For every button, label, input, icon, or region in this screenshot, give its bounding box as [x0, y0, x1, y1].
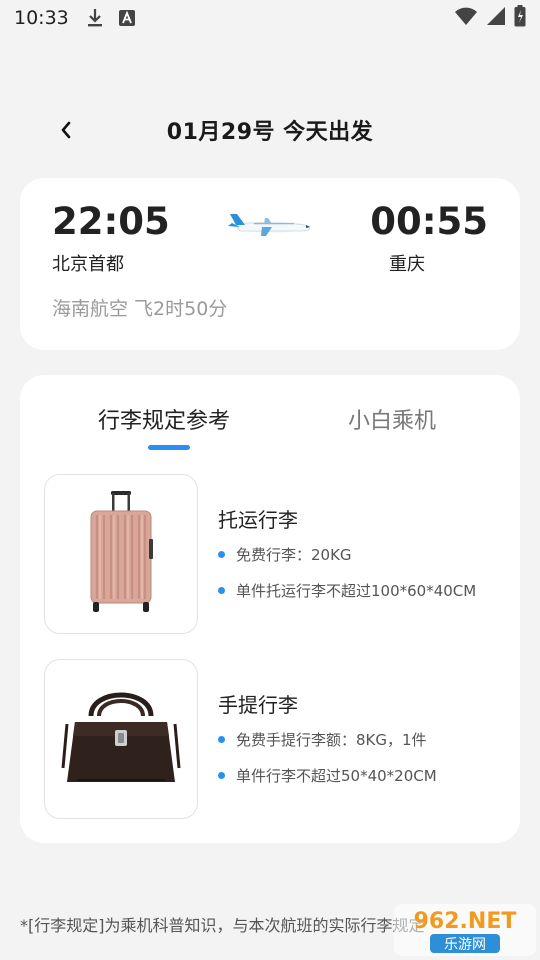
tab-baggage-rules[interactable]: 行李规定参考 — [98, 403, 230, 435]
list-item: 托运行李 免费行李：20KG 单件托运行李不超过100*60*40CM — [20, 474, 520, 634]
status-time: 10:33 — [14, 7, 69, 29]
watermark-bottom: 乐游网 — [444, 937, 486, 953]
item-title: 托运行李 — [218, 508, 298, 532]
bullet-dot-icon — [218, 587, 225, 594]
flight-meta: 海南航空 飞2时50分 — [52, 298, 228, 320]
bullet-item: 免费手提行李额：8KG，1件 — [218, 729, 427, 750]
bullet-dot-icon — [218, 736, 225, 743]
header: 01月29号 今天出发 — [0, 100, 540, 162]
bullet-text: 免费手提行李额：8KG，1件 — [236, 731, 427, 749]
list-item: 手提行李 免费手提行李额：8KG，1件 单件行李不超过50*40*20CM — [20, 659, 520, 819]
departure-time: 22:05 — [52, 200, 170, 243]
flight-card: 22:05 北京首都 00:55 重庆 海南航空 飞2时50分 — [20, 178, 520, 350]
signal-icon — [486, 6, 506, 31]
battery-icon — [514, 4, 526, 32]
arrival-time: 00:55 — [370, 200, 488, 243]
airplane-icon — [226, 210, 314, 240]
tab-beginner-guide[interactable]: 小白乘机 — [348, 403, 436, 435]
a-icon — [117, 8, 137, 28]
suitcase-image — [44, 474, 198, 634]
download-icon — [85, 8, 105, 28]
bullet-item: 单件托运行李不超过100*60*40CM — [218, 580, 476, 601]
page-title: 01月29号 今天出发 — [166, 120, 374, 145]
watermark-logo: 962.NET 乐游网 — [394, 904, 536, 956]
bullet-text: 免费行李：20KG — [236, 546, 352, 564]
bullet-item: 单件行李不超过50*40*20CM — [218, 765, 437, 786]
tab-active-indicator — [148, 445, 190, 450]
bullet-text: 单件行李不超过50*40*20CM — [236, 767, 437, 785]
bullet-dot-icon — [218, 551, 225, 558]
item-title: 手提行李 — [218, 693, 298, 717]
status-bar: 10:33 — [0, 0, 540, 36]
wifi-icon — [454, 6, 478, 31]
baggage-card: 行李规定参考 小白乘机 托运行李 免费行李：20KG 单件托运行李不超过100*… — [20, 375, 520, 843]
watermark-top: 962.NET — [414, 909, 517, 934]
departure-city: 北京首都 — [52, 254, 124, 275]
bullet-text: 单件托运行李不超过100*60*40CM — [236, 582, 477, 600]
handbag-image — [44, 659, 198, 819]
arrival-city: 重庆 — [389, 254, 425, 275]
bullet-dot-icon — [218, 772, 225, 779]
bullet-item: 免费行李：20KG — [218, 544, 352, 565]
